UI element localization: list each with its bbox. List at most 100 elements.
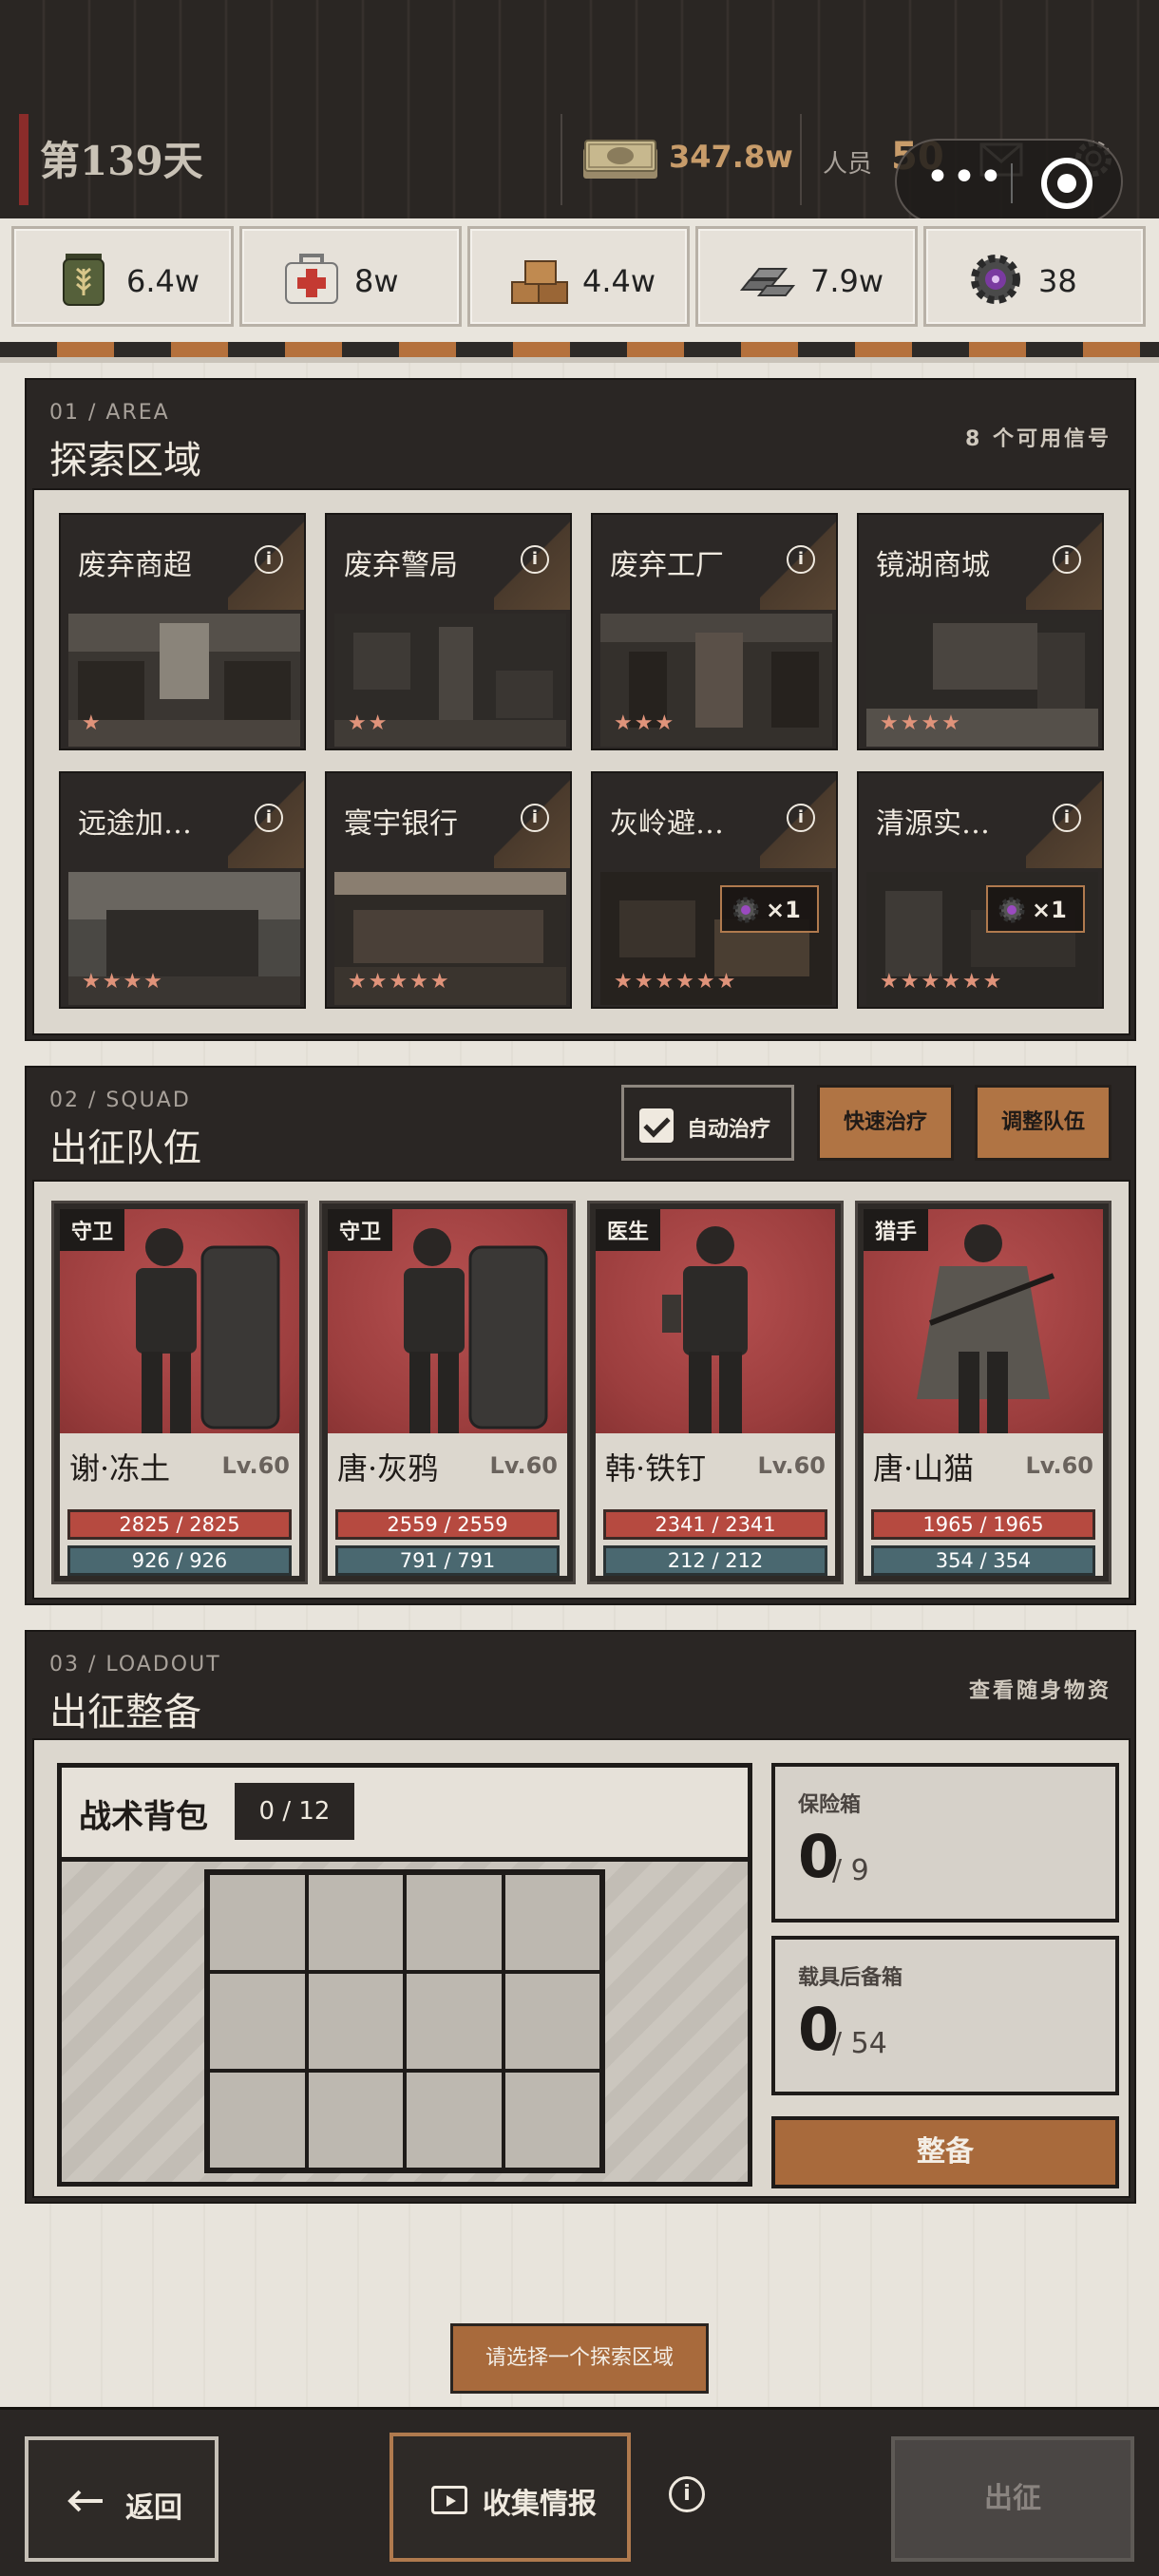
squad-member-card[interactable]: 守卫 谢·冻土 Lv.60 2825 / 2825 926 / 926 bbox=[51, 1201, 308, 1584]
info-icon[interactable]: i bbox=[255, 545, 283, 574]
loadout-body: 战术背包 0 / 12 保险箱 0 / 9 载具后备箱 0 / 54 整备 bbox=[32, 1738, 1130, 2198]
stamina-bar: 791 / 791 bbox=[335, 1545, 560, 1576]
info-icon[interactable]: i bbox=[255, 804, 283, 832]
member-info: 韩·铁钉 Lv.60 2341 / 2341 212 / 212 bbox=[596, 1433, 835, 1576]
member-role-tag: 守卫 bbox=[60, 1209, 125, 1251]
area-image: ★★★★ bbox=[68, 872, 300, 1005]
difficulty-stars: ★★★★★★ bbox=[880, 970, 1004, 994]
difficulty-stars: ★★ bbox=[348, 711, 390, 735]
backpack-slot[interactable] bbox=[210, 1875, 305, 1970]
area-card[interactable]: 远途加… i ★★★★ bbox=[59, 771, 306, 1009]
backpack-slot[interactable] bbox=[407, 1875, 502, 1970]
gear-chip-icon bbox=[971, 255, 1020, 304]
member-level: Lv.60 bbox=[757, 1452, 826, 1479]
area-name: 镜湖商城 bbox=[876, 549, 990, 582]
signal-badge: ×1 bbox=[720, 885, 819, 933]
backpack-slot[interactable] bbox=[308, 2073, 403, 2168]
info-icon[interactable]: i bbox=[787, 804, 815, 832]
stamina-bar: 212 / 212 bbox=[603, 1545, 827, 1576]
vehicle-trunk-panel[interactable]: 载具后备箱 0 / 54 bbox=[771, 1936, 1119, 2095]
member-info: 唐·山猫 Lv.60 1965 / 1965 354 / 354 bbox=[864, 1433, 1103, 1576]
difficulty-stars: ★ bbox=[82, 711, 103, 735]
area-card[interactable]: 废弃警局 i ★★ bbox=[325, 513, 572, 750]
member-info: 谢·冻土 Lv.60 2825 / 2825 926 / 926 bbox=[60, 1433, 299, 1576]
squad-member-card[interactable]: 守卫 唐·灰鸦 Lv.60 2559 / 2559 791 / 791 bbox=[319, 1201, 576, 1584]
backpack-capacity: 0 / 12 bbox=[235, 1783, 354, 1840]
badge-count: ×1 bbox=[1032, 897, 1067, 923]
resource-food[interactable]: 6.4w bbox=[11, 226, 234, 327]
area-name: 远途加… bbox=[78, 807, 192, 841]
resource-value: 38 bbox=[1038, 263, 1077, 299]
difficulty-stars: ★★★★ bbox=[82, 970, 164, 994]
day-counter: 第139天 bbox=[40, 138, 203, 184]
info-icon[interactable]: i bbox=[521, 804, 549, 832]
backpack-slot[interactable] bbox=[407, 2073, 502, 2168]
loadout-section: 03 / LOADOUT 出征整备 查看随身物资 战术背包 0 / 12 保险箱… bbox=[25, 1630, 1136, 2204]
view-carried-items-link[interactable]: 查看随身物资 bbox=[969, 1674, 1112, 1704]
area-card[interactable]: 寰宇银行 i ★★★★★ bbox=[325, 771, 572, 1009]
stamina-bar: 354 / 354 bbox=[871, 1545, 1095, 1576]
info-icon[interactable]: i bbox=[521, 545, 549, 574]
info-icon[interactable]: i bbox=[1053, 545, 1081, 574]
miniapp-capsule[interactable]: ••• bbox=[895, 139, 1123, 224]
section-title: 出征整备 bbox=[49, 1691, 201, 1734]
area-card[interactable]: 清源实… i ★★★★★★ ×1 bbox=[857, 771, 1104, 1009]
backpack-slot[interactable] bbox=[407, 1974, 502, 2069]
section-number: 03 / LOADOUT bbox=[49, 1653, 221, 1676]
resource-value: 6.4w bbox=[126, 263, 200, 299]
more-dots-icon[interactable]: ••• bbox=[925, 157, 1005, 199]
equip-button[interactable]: 整备 bbox=[771, 2116, 1119, 2188]
info-icon[interactable]: i bbox=[669, 2476, 705, 2512]
backpack-slot[interactable] bbox=[504, 1974, 599, 2069]
section-number: 02 / SQUAD bbox=[49, 1089, 191, 1112]
quick-heal-button[interactable]: 快速治疗 bbox=[817, 1085, 954, 1161]
section-number: 01 / AREA bbox=[49, 401, 170, 425]
squad-member-card[interactable]: 医生 韩·铁钉 Lv.60 2341 / 2341 212 / 212 bbox=[587, 1201, 844, 1584]
section-title: 探索区域 bbox=[49, 439, 201, 483]
area-card[interactable]: 废弃商超 i ★ bbox=[59, 513, 306, 750]
collect-intel-button[interactable]: 收集情报 bbox=[390, 2433, 631, 2562]
area-card[interactable]: 镜湖商城 i ★★★★ bbox=[857, 513, 1104, 750]
backpack-slot[interactable] bbox=[210, 2073, 305, 2168]
backpack-title: 战术背包 bbox=[79, 1798, 208, 1836]
backpack-slot[interactable] bbox=[210, 1974, 305, 2069]
tactical-backpack-panel: 战术背包 0 / 12 bbox=[57, 1763, 752, 2187]
resource-value: 8w bbox=[354, 263, 399, 299]
collect-intel-label: 收集情报 bbox=[483, 2488, 597, 2521]
section-title: 出征队伍 bbox=[49, 1127, 201, 1170]
back-button[interactable]: 返回 bbox=[25, 2436, 218, 2562]
badge-count: ×1 bbox=[766, 897, 801, 923]
hazard-stripe-divider bbox=[0, 342, 1159, 363]
difficulty-stars: ★★★★★★ bbox=[614, 970, 738, 994]
safe-box-panel[interactable]: 保险箱 0 / 9 bbox=[771, 1763, 1119, 1923]
medkit-icon bbox=[285, 254, 338, 304]
difficulty-stars: ★★★★★ bbox=[348, 970, 451, 994]
resource-medicine[interactable]: 8w bbox=[239, 226, 462, 327]
backpack-slot[interactable] bbox=[504, 2073, 599, 2168]
divider bbox=[800, 114, 802, 205]
resource-supplies[interactable]: 4.4w bbox=[467, 226, 690, 327]
info-icon[interactable]: i bbox=[787, 545, 815, 574]
resource-value: 7.9w bbox=[810, 263, 884, 299]
info-icon[interactable]: i bbox=[1053, 804, 1081, 832]
resource-value: 4.4w bbox=[582, 263, 656, 299]
area-image: ★★★★ bbox=[866, 614, 1098, 747]
area-card[interactable]: 废弃工厂 i ★★★ bbox=[591, 513, 838, 750]
adjust-team-button[interactable]: 调整队伍 bbox=[975, 1085, 1112, 1161]
depart-button[interactable]: 出征 bbox=[891, 2436, 1134, 2562]
auto-heal-toggle[interactable]: 自动治疗 bbox=[621, 1085, 794, 1161]
close-target-icon[interactable] bbox=[1041, 158, 1092, 209]
backpack-slot[interactable] bbox=[504, 1875, 599, 1970]
difficulty-stars: ★★★ bbox=[614, 711, 676, 735]
resource-metal[interactable]: 7.9w bbox=[695, 226, 918, 327]
difficulty-stars: ★★★★ bbox=[880, 711, 962, 735]
member-role-tag: 医生 bbox=[596, 1209, 661, 1251]
backpack-slot[interactable] bbox=[308, 1974, 403, 2069]
area-card[interactable]: 灰岭避… i ★★★★★★ ×1 bbox=[591, 771, 838, 1009]
resource-parts[interactable]: 38 bbox=[923, 226, 1146, 327]
safe-box-label: 保险箱 bbox=[798, 1793, 862, 1817]
area-name: 废弃商超 bbox=[78, 549, 192, 582]
checkbox-checked-icon[interactable] bbox=[639, 1108, 674, 1143]
squad-member-card[interactable]: 猎手 唐·山猫 Lv.60 1965 / 1965 354 / 354 bbox=[855, 1201, 1112, 1584]
backpack-slot[interactable] bbox=[308, 1875, 403, 1970]
